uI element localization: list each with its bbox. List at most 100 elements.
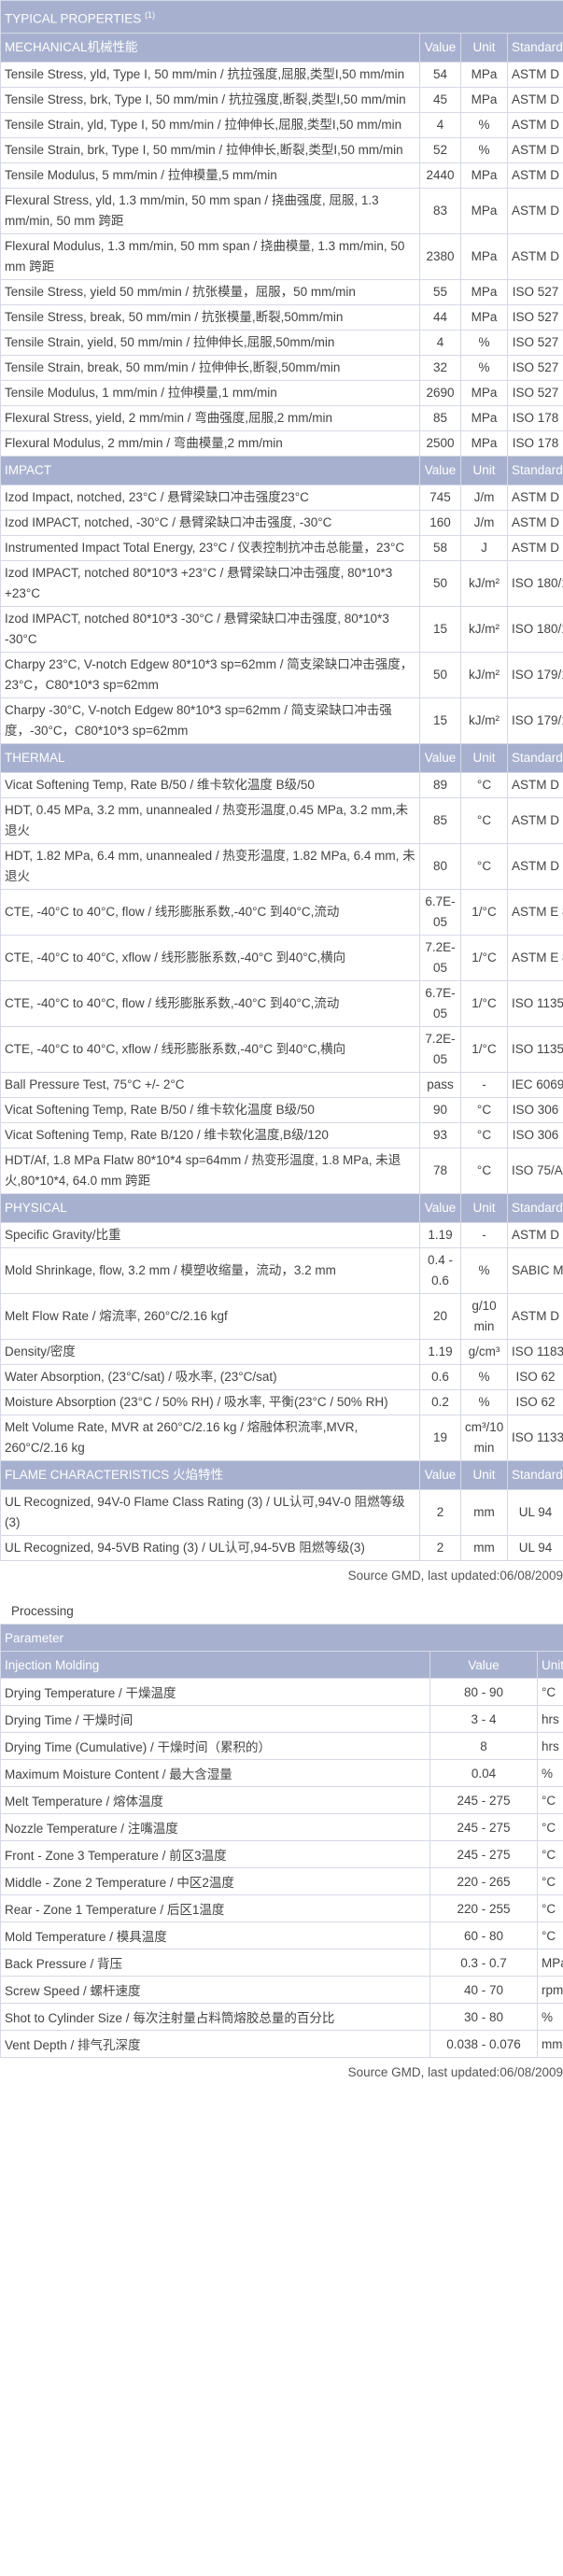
processing-value: 245 - 275 — [429, 1786, 538, 1814]
processing-source-note: Source GMD, last updated:06/08/2009 — [347, 2065, 563, 2079]
processing-unit: mm — [536, 2030, 563, 2058]
processing-value: 30 - 80 — [429, 2003, 538, 2031]
property-value: 7.2E-05 — [419, 935, 461, 981]
property-name: HDT, 0.45 MPa, 3.2 mm, unannealed / 热变形温… — [0, 797, 420, 844]
unit-column-heading: Unit — [460, 1460, 508, 1490]
property-value: 58 — [419, 535, 461, 561]
processing-parameter: Drying Temperature / 干燥温度 — [0, 1678, 430, 1706]
property-row: Flexural Stress, yld, 1.3 mm/min, 50 mm … — [0, 188, 563, 234]
property-unit: mm — [460, 1489, 508, 1536]
property-row: Izod Impact, notched, 23°C / 悬臂梁缺口冲击强度23… — [0, 485, 563, 511]
processing-row: Mold Temperature / 模具温度 60 - 80 °C — [0, 1921, 563, 1950]
property-standard: ISO 306 — [507, 1122, 563, 1148]
property-standard: ISO 527 — [507, 279, 563, 305]
property-standard: ISO 11359-2 — [507, 1026, 563, 1073]
property-row: Izod IMPACT, notched, -30°C / 悬臂梁缺口冲击强度,… — [0, 510, 563, 536]
property-row: Charpy -30°C, V-notch Edgew 80*10*3 sp=6… — [0, 697, 563, 744]
property-standard: ASTM D 256 — [507, 485, 563, 511]
property-standard: ISO 1133 — [507, 1415, 563, 1461]
property-name: CTE, -40°C to 40°C, flow / 线形膨胀系数,-40°C … — [0, 889, 420, 936]
property-unit: g/10 min — [460, 1293, 508, 1340]
processing-unit: MPa — [536, 1949, 563, 1977]
property-unit: °C — [460, 772, 508, 798]
unit-column-heading: Unit — [460, 743, 508, 773]
section-title: THERMAL — [0, 743, 420, 773]
properties-source-note: Source GMD, last updated:06/08/2009 — [347, 1569, 563, 1583]
property-value: 745 — [419, 485, 461, 511]
processing-unit: % — [536, 1759, 563, 1787]
property-unit: kJ/m² — [460, 560, 508, 607]
property-standard: IEC 60695-10-2 — [507, 1072, 563, 1098]
property-value: 6.7E-05 — [419, 980, 461, 1027]
processing-row: Nozzle Temperature / 注嘴温度 245 - 275 °C — [0, 1813, 563, 1841]
property-unit: kJ/m² — [460, 652, 508, 698]
property-standard: ISO 180/1A — [507, 606, 563, 653]
property-standard: ASTM D 638 — [507, 112, 563, 138]
property-name: Density/密度 — [0, 1339, 420, 1365]
property-unit: MPa — [460, 87, 508, 113]
property-standard: ISO 179/1eA — [507, 697, 563, 744]
property-row: Specific Gravity/比重1.19-ASTM D 792 — [0, 1222, 563, 1248]
property-value: 85 — [419, 797, 461, 844]
property-value: 45 — [419, 87, 461, 113]
section-title: IMPACT — [0, 456, 420, 486]
processing-parameter: Mold Temperature / 模具温度 — [0, 1921, 430, 1950]
typical-properties-table: TYPICAL PROPERTIES (1) MECHANICAL机械性能 Val… — [0, 0, 563, 1561]
property-row: Density/密度 1.19 g/cm³ ISO 1183 — [0, 1339, 563, 1365]
property-standard: ASTM D 638 — [507, 137, 563, 163]
property-value: 50 — [419, 560, 461, 607]
processing-header: Parameter — [0, 1624, 563, 1652]
property-value: 89 — [419, 772, 461, 798]
property-row: Tensile Stress, yield 50 mm/min / 抗张模量，屈… — [0, 279, 563, 305]
property-name: Tensile Strain, brk, Type I, 50 mm/min /… — [0, 137, 420, 163]
property-value: 2440 — [419, 162, 461, 189]
property-standard: ASTM D 648 — [507, 843, 563, 890]
section-title: PHYSICAL — [0, 1193, 420, 1223]
processing-section-name: Injection Molding — [0, 1651, 430, 1679]
unit-column-heading: Unit — [460, 456, 508, 486]
property-row: Izod IMPACT, notched 80*10*3 -30°C / 悬臂梁… — [0, 606, 563, 653]
processing-value: 40 - 70 — [429, 1976, 538, 2004]
property-standard: ASTM D 1525 — [507, 772, 563, 798]
processing-unit: °C — [536, 1678, 563, 1706]
property-unit: % — [460, 355, 508, 381]
property-name: Melt Volume Rate, MVR at 260°C/2.16 kg /… — [0, 1415, 420, 1461]
processing-unit: % — [536, 2003, 563, 2031]
property-unit: MPa — [460, 279, 508, 305]
property-name: Flexural Modulus, 2 mm/min / 弯曲模量,2 mm/m… — [0, 430, 420, 457]
property-unit: kJ/m² — [460, 606, 508, 653]
section-header: MECHANICAL机械性能 Value Unit Standard — [0, 33, 563, 63]
processing-unit: °C — [536, 1840, 563, 1868]
property-value: 7.2E-05 — [419, 1026, 461, 1073]
processing-value: 3 - 4 — [429, 1705, 538, 1733]
property-row: Tensile Stress, yld, Type I, 50 mm/min /… — [0, 62, 563, 88]
standard-column-heading: Standard — [507, 1193, 563, 1223]
property-name: Charpy -30°C, V-notch Edgew 80*10*3 sp=6… — [0, 697, 420, 744]
property-name: Izod IMPACT, notched 80*10*3 +23°C / 悬臂梁… — [0, 560, 420, 607]
property-standard: ASTM D 790 — [507, 188, 563, 234]
property-value: 1.19 — [419, 1222, 461, 1248]
property-value: 2500 — [419, 430, 461, 457]
property-name: Specific Gravity/比重 — [0, 1222, 420, 1248]
section-header: FLAME CHARACTERISTICS 火焰特性 Value Unit Stand… — [0, 1460, 563, 1490]
property-value: 44 — [419, 304, 461, 331]
standard-column-heading: Standard — [507, 456, 563, 486]
processing-value: 80 - 90 — [429, 1678, 538, 1706]
processing-parameter: Shot to Cylinder Size / 每次注射量占料筒熔胶总量的百分比 — [0, 2003, 430, 2031]
property-row: CTE, -40°C to 40°C, xflow / 线形膨胀系数,-40°C… — [0, 935, 563, 981]
property-name: Tensile Stress, yield 50 mm/min / 抗张模量，屈… — [0, 279, 420, 305]
property-row: Charpy 23°C, V-notch Edgew 80*10*3 sp=62… — [0, 652, 563, 698]
property-standard: ISO 62 — [507, 1364, 563, 1390]
processing-row: Drying Time / 干燥时间 3 - 4 hrs — [0, 1705, 563, 1733]
property-name: HDT/Af, 1.8 MPa Flatw 80*10*4 sp=64mm / … — [0, 1147, 420, 1194]
property-row: Vicat Softening Temp, Rate B/50 / 维卡软化温度… — [0, 772, 563, 798]
property-row: Tensile Strain, brk, Type I, 50 mm/min /… — [0, 137, 563, 163]
property-name: Water Absorption, (23°C/sat) / 吸水率, (23°… — [0, 1364, 420, 1390]
section-title: MECHANICAL机械性能 — [0, 33, 420, 63]
processing-parameter: Vent Depth / 排气孔深度 — [0, 2030, 430, 2058]
property-row: Instrumented Impact Total Energy, 23°C /… — [0, 535, 563, 561]
property-value: 32 — [419, 355, 461, 381]
property-unit: g/cm³ — [460, 1339, 508, 1365]
property-unit: J — [460, 535, 508, 561]
property-standard: ISO 527 — [507, 380, 563, 406]
